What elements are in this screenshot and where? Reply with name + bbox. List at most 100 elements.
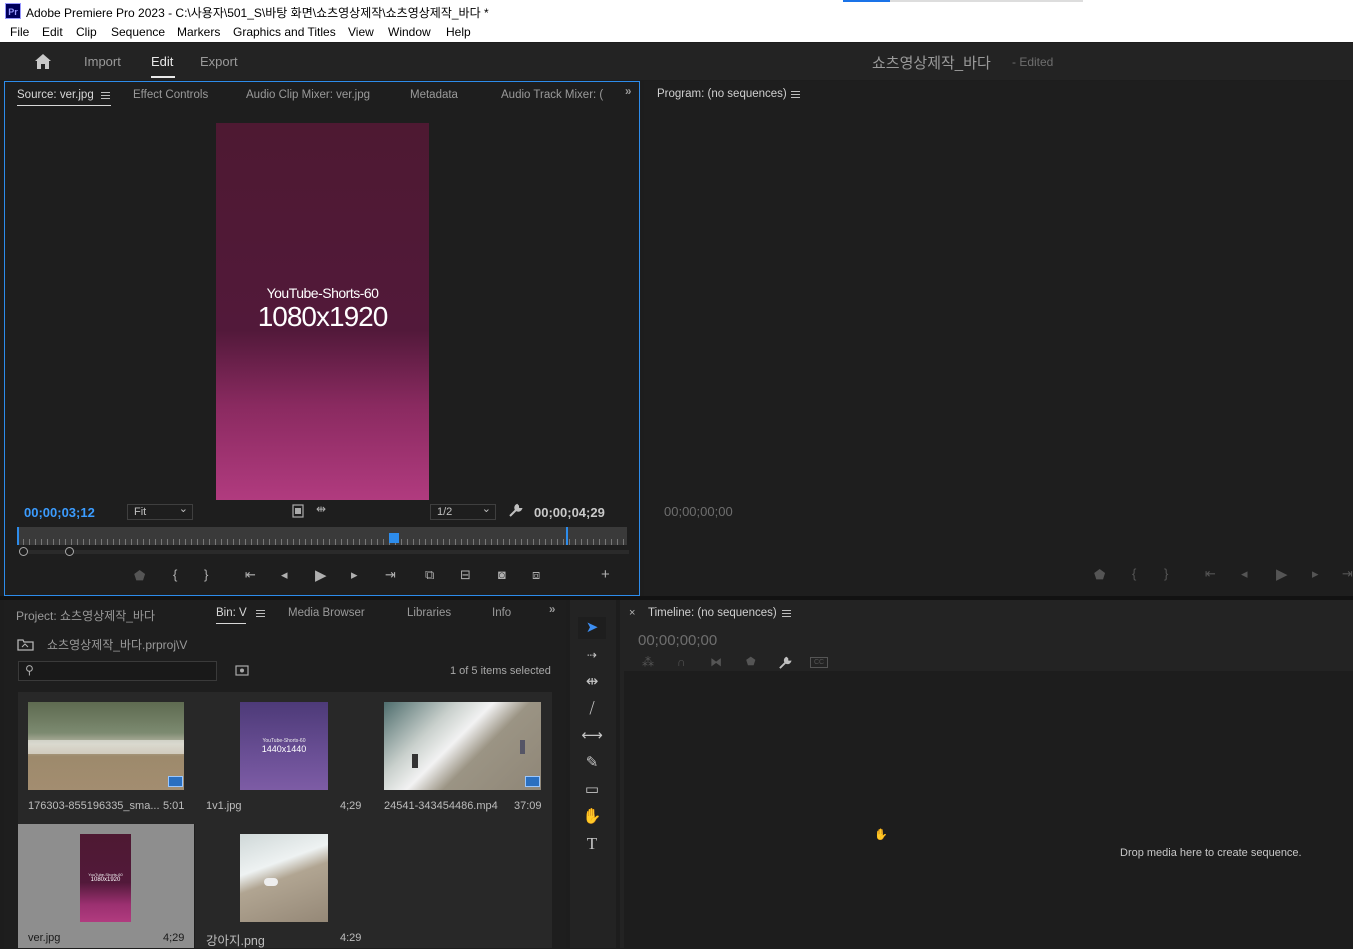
settings-wrench-icon[interactable] <box>508 503 523 518</box>
close-timeline-icon[interactable]: × <box>629 607 635 619</box>
program-title[interactable]: Program: (no sequences) <box>657 88 787 100</box>
insert-icon[interactable]: ⧉ <box>425 567 434 583</box>
type-tool-icon[interactable]: T <box>578 833 606 855</box>
menu-file[interactable]: File <box>10 25 29 39</box>
tools-panel: ➤ ⇢ ⇹ ⧸ ⟷ ✎ ▭ ✋ T <box>570 600 616 948</box>
drag-audio-icon[interactable]: ⇹ <box>316 502 326 516</box>
nest-icon: ⁂ <box>642 655 654 669</box>
timeline-marker-icon: ⬟ <box>746 656 756 668</box>
linked-selection-icon: ⧓ <box>710 655 722 669</box>
program-menu-icon[interactable] <box>791 91 800 98</box>
timeline-menu-icon[interactable] <box>782 610 791 617</box>
item-name[interactable]: ver.jpg <box>28 932 60 944</box>
pen-tool-icon[interactable]: ✎ <box>578 752 606 774</box>
header-tab-edit[interactable]: Edit <box>151 54 173 69</box>
tab-source[interactable]: Source: ver.jpg <box>17 89 94 101</box>
step-forward-icon[interactable]: ▸ <box>351 567 358 583</box>
timeline-panel: × Timeline: (no sequences) 00;00;00;00 ⁂… <box>620 600 1353 948</box>
more-tabs-chevron-icon[interactable]: » <box>625 86 631 98</box>
up-folder-icon[interactable] <box>17 638 34 651</box>
bin-thumbnail-grid[interactable]: 176303-855196335_sma... 5:01 YouTube-Sho… <box>18 692 552 948</box>
selection-tool-icon[interactable]: ➤ <box>578 617 606 639</box>
menu-help[interactable]: Help <box>446 25 471 39</box>
snap-magnet-icon: ∩ <box>677 655 686 669</box>
titlebar-strip <box>890 0 1083 2</box>
header-tab-export[interactable]: Export <box>200 54 238 69</box>
menu-markers[interactable]: Markers <box>177 25 220 39</box>
timeline-timecode[interactable]: 00;00;00;00 <box>638 632 717 649</box>
grid-separator <box>194 824 195 948</box>
thumbnail-beach-video-2[interactable] <box>384 702 541 790</box>
zoom-scrollbar[interactable] <box>19 547 629 556</box>
thumbnail-1v1[interactable]: YouTube-Shorts-60 1440x1440 <box>240 702 328 790</box>
tab-audio-track-mixer[interactable]: Audio Track Mixer: ( <box>501 89 603 101</box>
program-go-to-in-icon: ⇤ <box>1205 566 1216 581</box>
step-back-icon[interactable]: ◂ <box>281 567 288 583</box>
zoom-handle-left[interactable] <box>19 547 28 556</box>
tab-info[interactable]: Info <box>492 607 511 619</box>
resolution-dropdown[interactable]: 1/2 <box>430 502 496 520</box>
out-point-marker <box>566 527 568 545</box>
tab-libraries[interactable]: Libraries <box>407 607 451 619</box>
tab-project[interactable]: Project: 쇼츠영상제작_바다 <box>16 607 155 624</box>
tab-audio-clip-mixer[interactable]: Audio Clip Mixer: ver.jpg <box>246 89 370 101</box>
header-tab-import[interactable]: Import <box>84 54 121 69</box>
menu-window[interactable]: Window <box>388 25 431 39</box>
new-search-bin-icon[interactable] <box>235 664 249 676</box>
tab-effect-controls[interactable]: Effect Controls <box>133 89 208 101</box>
timeline-track-area[interactable] <box>624 671 1353 948</box>
project-status: - Edited <box>1012 55 1054 69</box>
source-time-ruler[interactable] <box>17 527 627 545</box>
menu-graphics-and-titles[interactable]: Graphics and Titles <box>233 25 336 39</box>
drag-video-icon[interactable] <box>292 504 304 518</box>
in-point-marker <box>17 527 19 545</box>
razor-tool-icon[interactable]: ⧸ <box>578 698 606 720</box>
thumbnail-ver[interactable]: YouTube-Shorts-60 1080x1920 <box>80 834 131 922</box>
zoom-dropdown[interactable]: Fit <box>127 502 193 520</box>
item-name[interactable]: 1v1.jpg <box>206 800 241 812</box>
export-frame-camera-icon[interactable]: ◙ <box>498 567 506 582</box>
tab-bin[interactable]: Bin: V <box>216 607 247 619</box>
button-editor-plus-icon[interactable]: + <box>601 566 610 583</box>
track-select-tool-icon[interactable]: ⇢ <box>578 644 606 666</box>
timeline-title[interactable]: Timeline: (no sequences) <box>648 607 777 619</box>
play-icon[interactable]: ▶ <box>315 566 327 584</box>
hand-tool-icon[interactable]: ✋ <box>578 806 606 828</box>
source-current-timecode[interactable]: 00;00;03;12 <box>24 505 95 520</box>
item-name[interactable]: 176303-855196335_sma... <box>28 800 160 812</box>
panel-menu-icon[interactable] <box>101 92 110 99</box>
project-more-tabs-chevron-icon[interactable]: » <box>549 604 555 616</box>
source-video-preview[interactable]: YouTube-Shorts-60 1080x1920 <box>216 123 429 500</box>
rectangle-tool-icon[interactable]: ▭ <box>578 779 606 801</box>
workspace-header: Import Edit Export 쇼츠영상제작_바다 - Edited <box>0 43 1353 80</box>
menu-sequence[interactable]: Sequence <box>111 25 165 39</box>
tab-media-browser[interactable]: Media Browser <box>288 607 365 619</box>
zoom-handle-right[interactable] <box>65 547 74 556</box>
menu-view[interactable]: View <box>348 25 374 39</box>
mark-in-icon[interactable]: { <box>173 567 177 582</box>
source-playhead[interactable] <box>389 533 400 543</box>
project-search-input[interactable]: ⚲ <box>18 661 217 681</box>
add-marker-icon[interactable]: ⬟ <box>134 568 145 584</box>
item-name[interactable]: 강아지.png <box>206 930 265 949</box>
menu-edit[interactable]: Edit <box>42 25 63 39</box>
bin-menu-icon[interactable] <box>256 610 265 617</box>
ripple-edit-tool-icon[interactable]: ⇹ <box>578 671 606 693</box>
toggle-proxies-icon[interactable]: ⧈ <box>532 567 540 583</box>
timeline-settings-wrench-icon[interactable] <box>778 656 792 670</box>
menu-clip[interactable]: Clip <box>76 25 97 39</box>
menu-bar: File Edit Clip Sequence Markers Graphics… <box>0 22 1353 42</box>
source-duration-timecode: 00;00;04;29 <box>534 505 605 520</box>
overwrite-icon[interactable]: ⊟ <box>460 567 471 583</box>
slip-tool-icon[interactable]: ⟷ <box>578 725 606 747</box>
thumbnail-dog[interactable] <box>240 834 328 922</box>
go-to-in-icon[interactable]: ⇤ <box>245 567 256 583</box>
home-icon[interactable] <box>34 53 52 70</box>
tab-metadata[interactable]: Metadata <box>410 89 458 101</box>
mark-out-icon[interactable]: } <box>204 567 208 582</box>
source-monitor-panel: Source: ver.jpg Effect Controls Audio Cl… <box>4 81 640 596</box>
item-duration: 4:29 <box>340 932 362 944</box>
item-name[interactable]: 24541-343454486.mp4 <box>384 800 498 812</box>
go-to-out-icon[interactable]: ⇥ <box>385 567 396 583</box>
thumbnail-beach-video-1[interactable] <box>28 702 184 790</box>
